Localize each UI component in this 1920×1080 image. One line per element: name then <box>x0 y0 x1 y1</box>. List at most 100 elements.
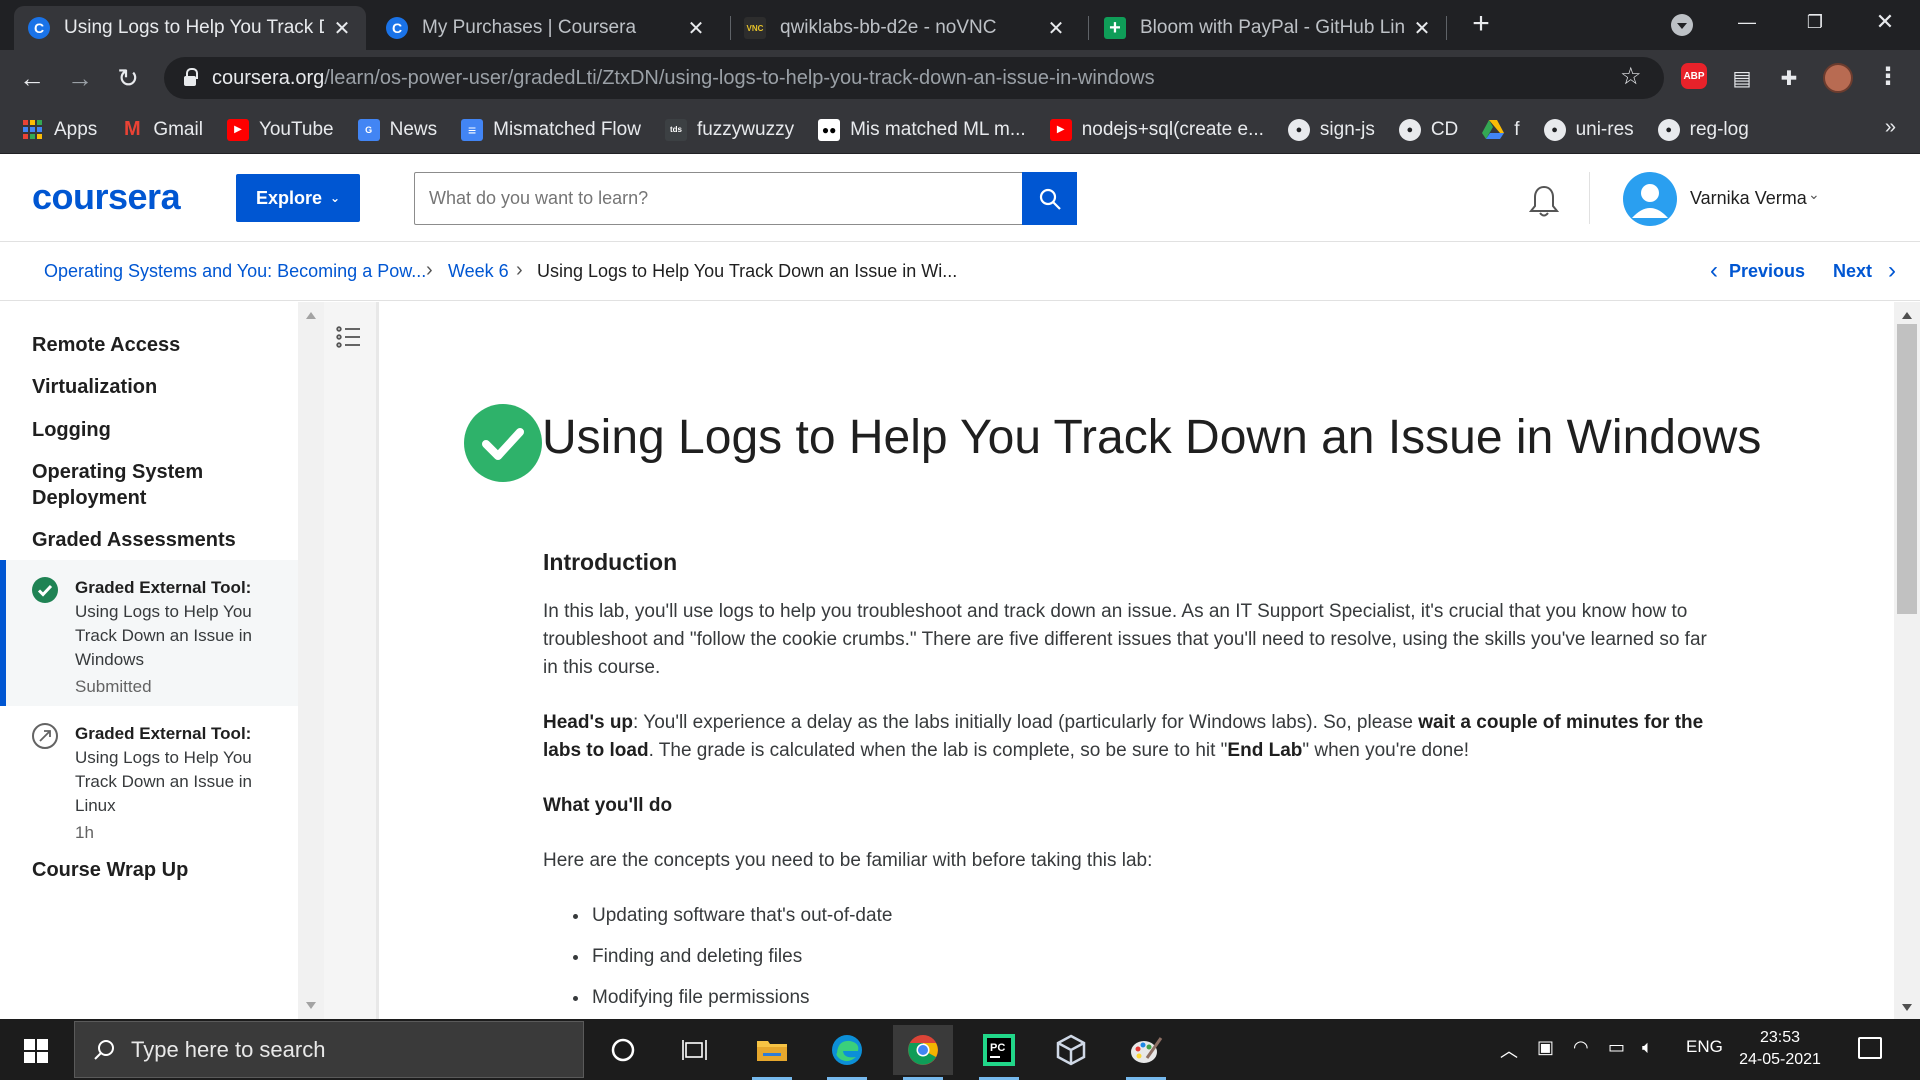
sidebar-item-windows-lab[interactable]: Graded External Tool: Using Logs to Help… <box>0 560 298 706</box>
user-name[interactable]: Varnika Verma <box>1690 188 1807 209</box>
extensions-puzzle-icon[interactable]: ✚ <box>1774 63 1804 93</box>
heads-up-label: Head's up <box>543 712 634 733</box>
browser-tab[interactable]: + Bloom with PayPal - GitHub Links ✕ <box>1090 6 1446 50</box>
scroll-down-icon[interactable] <box>306 1002 316 1009</box>
file-explorer-icon[interactable] <box>742 1025 802 1080</box>
restore-icon[interactable]: ❐ <box>1785 0 1845 44</box>
notification-bell-icon[interactable] <box>1528 184 1560 218</box>
paint-icon[interactable] <box>1116 1025 1176 1080</box>
bookmark-apps[interactable]: Apps <box>22 119 97 141</box>
bookmark-youtube[interactable]: ▶ YouTube <box>226 118 334 141</box>
bookmark-sign-js[interactable]: ● sign-js <box>1287 118 1375 141</box>
reload-icon[interactable]: ↻ <box>112 62 144 94</box>
new-tab-icon[interactable]: + <box>1466 9 1496 40</box>
clipboard-extension-icon[interactable]: ▤ <box>1727 63 1757 93</box>
taskbar-search-input[interactable] <box>131 1022 571 1077</box>
volume-icon[interactable]: 🔈︎ <box>1642 1037 1653 1058</box>
bookmark-mis-matched-ml[interactable]: ●● Mis matched ML m... <box>818 118 1026 141</box>
windows-start-icon[interactable] <box>24 1039 48 1063</box>
browser-tab[interactable]: C My Purchases | Coursera ✕ <box>372 6 720 50</box>
bookmark-label: f <box>1514 118 1520 140</box>
sidebar-section-logging[interactable]: Logging <box>32 417 111 443</box>
bookmark-news[interactable]: G News <box>357 118 437 141</box>
chevron-right-icon[interactable]: › <box>1888 257 1896 285</box>
chrome-icon[interactable] <box>893 1025 953 1080</box>
bookmark-cd[interactable]: ● CD <box>1398 118 1458 141</box>
chevron-left-icon[interactable]: ‹ <box>1710 257 1718 285</box>
sidebar-scrollbar[interactable] <box>298 302 324 1019</box>
taskbar-search <box>74 1021 584 1078</box>
minimize-icon[interactable]: — <box>1717 0 1777 44</box>
scroll-down-icon[interactable] <box>1902 1004 1912 1011</box>
heads-up-text: : You'll experience a delay as the labs … <box>633 712 1419 733</box>
back-icon[interactable]: ← <box>16 62 48 94</box>
explore-button[interactable]: Explore ⌄ <box>236 174 360 222</box>
browser-tab-active[interactable]: C Using Logs to Help You Track Down an I… <box>14 6 366 50</box>
close-tab-icon[interactable]: ✕ <box>1046 16 1066 41</box>
sidebar-section-os-deployment[interactable]: Operating System Deployment <box>32 459 262 511</box>
close-tab-icon[interactable]: ✕ <box>332 16 352 41</box>
scrollbar-thumb[interactable] <box>1897 324 1917 614</box>
section-heading-introduction: Introduction <box>543 549 678 575</box>
sidebar-item-linux-lab[interactable]: Graded External Tool: Using Logs to Help… <box>0 706 298 852</box>
pycharm-icon[interactable]: PC <box>969 1025 1029 1080</box>
search-icon <box>1039 188 1061 210</box>
bookmark-reg-log[interactable]: ● reg-log <box>1657 118 1749 141</box>
adblock-plus-icon[interactable]: ABP <box>1681 63 1707 89</box>
tab-search-icon[interactable] <box>1671 14 1693 36</box>
lock-icon <box>184 68 198 86</box>
search-button[interactable] <box>1022 172 1077 225</box>
sidebar-section-course-wrap-up[interactable]: Course Wrap Up <box>32 857 188 883</box>
bookmark-fuzzywuzzy[interactable]: tds fuzzywuzzy <box>664 118 794 141</box>
breadcrumb-course[interactable]: Operating Systems and You: Becoming a Po… <box>44 261 426 282</box>
search-input[interactable] <box>415 173 1023 224</box>
edge-icon[interactable] <box>817 1025 877 1080</box>
user-avatar[interactable] <box>1623 172 1677 226</box>
bookmark-uni-res[interactable]: ● uni-res <box>1543 118 1634 141</box>
profile-avatar[interactable] <box>1823 63 1853 93</box>
bookmark-label: Mismatched Flow <box>493 118 641 140</box>
bookmark-label: nodejs+sql(create e... <box>1081 118 1264 140</box>
scroll-up-icon[interactable] <box>306 312 316 319</box>
more-bookmarks-icon[interactable]: » <box>1885 116 1896 139</box>
close-tab-icon[interactable]: ✕ <box>686 16 706 41</box>
meet-now-icon[interactable]: ▣ <box>1537 1037 1554 1058</box>
battery-icon[interactable]: ▭ <box>1608 1037 1625 1058</box>
address-bar[interactable]: coursera.org/learn/os-power-user/gradedL… <box>164 57 1664 99</box>
input-language[interactable]: ENG <box>1686 1037 1723 1057</box>
scroll-up-icon[interactable] <box>1902 312 1912 319</box>
chrome-menu-icon[interactable]: ⋮ <box>1876 62 1900 91</box>
table-of-contents-icon[interactable] <box>334 322 364 352</box>
sidebar-item-title: Using Logs to Help You Track Down an Iss… <box>75 748 252 815</box>
breadcrumb-week[interactable]: Week 6 <box>448 261 509 282</box>
lesson-content: Using Logs to Help You Track Down an Iss… <box>380 302 1894 1019</box>
close-window-icon[interactable]: ✕ <box>1855 0 1915 44</box>
sidebar-section-remote-access[interactable]: Remote Access <box>32 332 180 358</box>
sidebar-section-virtualization[interactable]: Virtualization <box>32 374 157 400</box>
bookmark-gmail[interactable]: M Gmail <box>121 118 203 141</box>
content-scrollbar[interactable] <box>1894 302 1920 1019</box>
chevron-down-icon[interactable]: ⌄ <box>1808 186 1820 203</box>
previous-button[interactable]: Previous <box>1729 261 1805 282</box>
wifi-icon[interactable]: ◠ <box>1573 1037 1589 1058</box>
coursera-logo[interactable]: coursera <box>32 176 181 218</box>
bookmark-nodejs-sql[interactable]: ▶ nodejs+sql(create e... <box>1049 118 1264 141</box>
sidebar-section-graded-assessments[interactable]: Graded Assessments <box>32 527 236 553</box>
github-icon: ● <box>1287 118 1310 141</box>
toc-strip <box>324 302 379 1019</box>
bookmark-f[interactable]: f <box>1482 118 1520 141</box>
show-hidden-icons[interactable]: ︿ <box>1500 1037 1518 1063</box>
url-host: coursera.org <box>212 66 325 89</box>
system-clock[interactable]: 23:53 24-05-2021 <box>1730 1027 1830 1071</box>
next-button[interactable]: Next <box>1833 261 1872 282</box>
bookmark-star-icon[interactable]: ☆ <box>1620 62 1642 91</box>
virtualbox-icon[interactable] <box>1041 1025 1101 1075</box>
forward-icon[interactable]: → <box>64 62 96 94</box>
intro-paragraph: In this lab, you'll use logs to help you… <box>543 601 1707 678</box>
close-tab-icon[interactable]: ✕ <box>1412 16 1432 41</box>
task-view-icon[interactable] <box>665 1025 725 1075</box>
browser-tab[interactable]: VNC qwiklabs-bb-d2e - noVNC ✕ <box>730 6 1080 50</box>
cortana-icon[interactable] <box>593 1025 653 1075</box>
action-center-icon[interactable] <box>1858 1037 1882 1059</box>
bookmark-mismatched-flow[interactable]: ≡ Mismatched Flow <box>461 118 641 141</box>
